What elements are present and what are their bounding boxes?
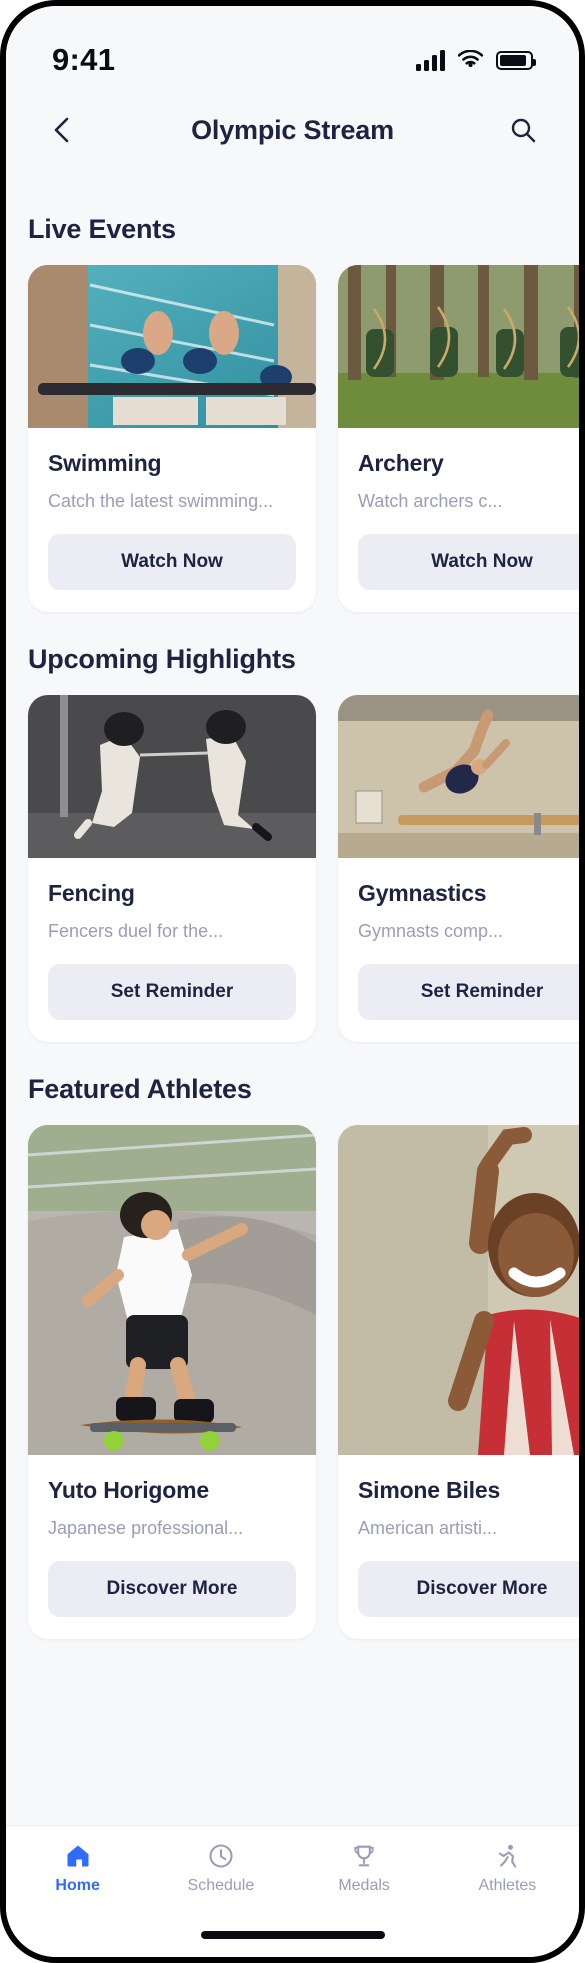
clock-icon [209, 1844, 233, 1868]
search-icon [511, 118, 536, 143]
card-title: Gymnastics [358, 880, 487, 906]
card-description: Gymnasts comp... [358, 921, 504, 941]
page-title: Olympic Stream [191, 114, 394, 145]
card-description: American artisti... [358, 1518, 498, 1538]
scroll-content: Live Events Swimming Catch the latest sw… [6, 168, 579, 1643]
chevron-left-icon [54, 117, 69, 143]
search-button[interactable] [497, 104, 549, 156]
tab-label: Athletes [478, 1877, 537, 1894]
card-title: Simone Biles [358, 1477, 501, 1503]
card-body: Fencing Fencers duel for the... Set Remi… [28, 858, 316, 1042]
card-body: Gymnastics Gymnasts comp... Set Reminder [338, 858, 579, 1042]
card-title: Swimming [48, 450, 162, 476]
section-heading-live-events: Live Events [28, 214, 176, 244]
phone-frame: 9:41 Olympic Stream Live Events Swimming… [0, 0, 585, 1963]
card-description: Fencers duel for the... [48, 921, 224, 941]
discover-more-button[interactable]: Discover More [48, 1561, 296, 1617]
card-description: Watch archers c... [358, 491, 503, 511]
card-title: Fencing [48, 880, 135, 906]
skateboarder-park-photo [28, 1125, 316, 1455]
section-heading-featured-athletes: Featured Athletes [28, 1074, 252, 1104]
set-reminder-button[interactable]: Set Reminder [358, 964, 579, 1020]
discover-more-button[interactable]: Discover More [358, 1561, 579, 1617]
athlete-card[interactable]: Yuto Horigome Japanese professional... D… [28, 1125, 316, 1639]
status-time: 9:41 [52, 42, 116, 77]
trophy-icon [354, 1845, 374, 1867]
athlete-card[interactable]: Simone Biles American artisti... Discove… [338, 1125, 579, 1639]
tab-athletes[interactable]: Athletes [447, 1842, 567, 1895]
tab-home[interactable]: Home [18, 1842, 138, 1895]
card-description: Catch the latest swimming... [48, 491, 274, 511]
tab-medals[interactable]: Medals [304, 1842, 424, 1895]
back-button[interactable] [36, 104, 88, 156]
tab-label: Schedule [187, 1877, 255, 1894]
card-title: Yuto Horigome [48, 1477, 209, 1503]
card-body: Yuto Horigome Japanese professional... D… [28, 1455, 316, 1639]
card-title: Archery [358, 450, 444, 476]
watch-now-button[interactable]: Watch Now [358, 534, 579, 590]
rail-featured-athletes[interactable]: Yuto Horigome Japanese professional... D… [6, 1125, 579, 1643]
status-icons [416, 49, 536, 71]
athlete-icon [499, 1844, 517, 1868]
tab-label: Home [55, 1877, 100, 1894]
card-body: Archery Watch archers c... Watch Now [338, 428, 579, 612]
app-header: Olympic Stream [6, 92, 579, 168]
event-card[interactable]: Archery Watch archers c... Watch Now [338, 265, 579, 612]
tab-label: Medals [338, 1877, 390, 1894]
card-body: Swimming Catch the latest swimming... Wa… [28, 428, 316, 612]
section-heading-upcoming-highlights: Upcoming Highlights [28, 644, 296, 674]
card-description: Japanese professional... [48, 1518, 244, 1538]
highlight-card[interactable]: Gymnastics Gymnasts comp... Set Reminder [338, 695, 579, 1042]
archery-forest-photo [338, 265, 579, 428]
signal-icon [416, 49, 445, 71]
highlight-card[interactable]: Fencing Fencers duel for the... Set Remi… [28, 695, 316, 1042]
gymnastics-bar-photo [338, 695, 579, 858]
event-card[interactable]: Swimming Catch the latest swimming... Wa… [28, 265, 316, 612]
status-bar: 9:41 [6, 6, 579, 92]
home-indicator [200, 1931, 385, 1939]
card-body: Simone Biles American artisti... Discove… [338, 1455, 579, 1639]
watch-now-button[interactable]: Watch Now [48, 534, 296, 590]
home-icon [67, 1845, 89, 1867]
tab-schedule[interactable]: Schedule [161, 1842, 281, 1895]
swimming-pool-race-photo [28, 265, 316, 428]
rail-live-events[interactable]: Swimming Catch the latest swimming... Wa… [6, 265, 579, 616]
gymnast-celebrating-photo [338, 1125, 579, 1455]
bottom-tab-bar: Home Schedule Medals Athletes [6, 1825, 579, 1957]
set-reminder-button[interactable]: Set Reminder [48, 964, 296, 1020]
fencing-duel-photo [28, 695, 316, 858]
wifi-icon [457, 50, 484, 68]
battery-icon [496, 50, 536, 70]
rail-upcoming-highlights[interactable]: Fencing Fencers duel for the... Set Remi… [6, 695, 579, 1046]
